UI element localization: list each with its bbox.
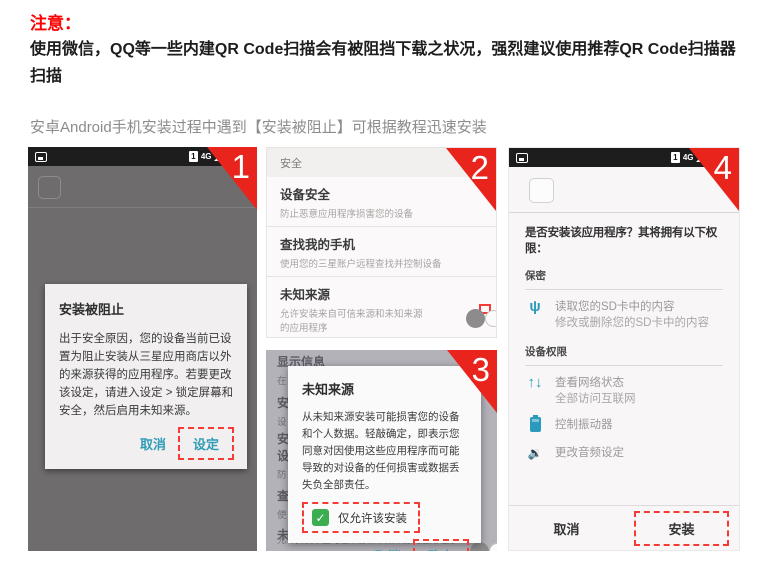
security-settings-list: 设备安全 防止恶意应用程序损害您的设备 查找我的手机 使用您的三星账户远程查找并… [267,177,496,338]
confirm-button[interactable]: 确定 [413,539,469,551]
allow-this-install-checkbox[interactable]: ✓ 仅允许该安装 [302,502,420,533]
tutorial-subtitle: 安卓Android手机安装过程中遇到【安装被阻止】可根据教程迅速安装 [30,116,487,137]
permission-item-audio: 🔉 更改音频设定 [525,445,723,461]
divider [509,212,739,213]
section-heading-device: 设备权限 [525,344,723,366]
network-type-indicator: 4G [683,154,694,162]
screenshot-step-2: 安全 设备安全 防止恶意应用程序损害您的设备 查找我的手机 使用您的三星账户远程… [266,147,497,338]
permission-item-vibrator: 控制振动器 [525,417,723,436]
checkbox-label: 仅允许该安装 [338,510,407,526]
permission-text: 查看网络状态 [555,375,636,391]
unknown-sources-dialog: 未知来源 从未知来源安装可能损害您的设备和个人数据。轻敲确定，即表示您同意对因使… [288,366,481,543]
notice-title: 注意： [30,9,81,34]
settings-button[interactable]: 设定 [178,427,234,460]
screenshot-step-1: 1 4G 7: 安装被阻止 出于安全原因，您的设备当前已设置为阻止安装从三星应用… [28,147,257,551]
settings-item-device-security[interactable]: 设备安全 防止恶意应用程序损害您的设备 [267,177,496,227]
dialog-body: 出于安全原因，您的设备当前已设置为阻止安装从三星应用商店以外的来源获得的应用程序… [59,330,234,420]
permission-item-sd-card: ψ 读取您的SD卡中的内容 修改或删除您的SD卡中的内容 [525,299,723,332]
notification-badge: 1 [189,151,198,162]
permission-text: 更改音频设定 [555,445,624,461]
app-icon-placeholder [529,178,554,203]
step-number: 2 [471,149,489,187]
cancel-button[interactable]: 取消 [365,541,411,551]
audio-settings-icon: 🔉 [525,445,545,461]
dialog-title: 安装被阻止 [59,299,234,318]
divider [28,207,257,208]
section-heading-privacy: 保密 [525,268,723,290]
cancel-button[interactable]: 取消 [535,513,597,544]
step-number: 3 [472,351,490,389]
network-type-indicator: 4G [201,153,212,161]
settings-item-unknown-sources[interactable]: 未知来源 允许安装来自可信来源和未知来源的应用程序 [267,277,496,338]
step-number: 1 [232,148,250,186]
app-icon-placeholder [38,176,61,199]
install-blocked-dialog: 安装被阻止 出于安全原因，您的设备当前已设置为阻止安装从三星应用商店以外的来源获… [45,284,247,469]
permission-text: 读取您的SD卡中的内容 [555,299,709,315]
checkbox-checked-icon: ✓ [312,509,329,526]
usb-storage-icon: ψ [525,299,545,332]
permission-text: 修改或删除您的SD卡中的内容 [555,315,709,332]
screenshot-step-4: 1 4G 7: 是否安装该应用程序？其将拥有以下权限： 保密 ψ 读取您的SD卡… [508,147,740,551]
dialog-title: 未知来源 [302,379,469,398]
permission-text: 控制振动器 [555,417,613,433]
permission-text: 全部访问互联网 [555,391,636,408]
dialog-body: 从未知来源安装可能损害您的设备和个人数据。轻敲确定，即表示您同意对因使用这些应用… [302,409,469,494]
cancel-button[interactable]: 取消 [130,429,176,458]
step-number: 4 [714,149,732,187]
install-prompt-title: 是否安装该应用程序？其将拥有以下权限： [525,224,725,256]
screenshot-icon [516,153,528,163]
settings-item-find-my-mobile[interactable]: 查找我的手机 使用您的三星账户远程查找并控制设备 [267,227,496,277]
settings-item-title: 设备安全 [280,184,484,203]
settings-item-subtitle: 使用您的三星账户远程查找并控制设备 [280,256,484,270]
step-corner-badge: 4 [689,148,739,211]
install-button[interactable]: 安装 [634,511,728,546]
settings-item-title: 查找我的手机 [280,234,484,253]
step-corner-badge: 1 [207,147,257,210]
settings-item-subtitle: 允许安装来自可信来源和未知来源的应用程序 [280,306,430,334]
unknown-sources-toggle[interactable] [479,304,491,314]
notice-body: 使用微信，QQ等一些内建QR Code扫描会有被阻挡下载之状况，强烈建议使用推荐… [30,36,742,90]
settings-item-subtitle: 防止恶意应用程序损害您的设备 [280,206,484,220]
settings-item-title: 未知来源 [280,284,484,303]
vibrator-icon [530,417,541,432]
network-status-icon: ↑↓ [525,375,545,408]
screenshot-step-3: 显示信息 在 安 设 安 设 防 查 使 未 允许安装来自可信来源和未知来源的应… [266,350,497,551]
notification-badge: 1 [671,152,680,163]
screenshot-icon [35,152,47,162]
permission-item-network: ↑↓ 查看网络状态 全部访问互联网 [525,375,723,408]
install-action-bar: 取消 安装 [509,505,739,550]
